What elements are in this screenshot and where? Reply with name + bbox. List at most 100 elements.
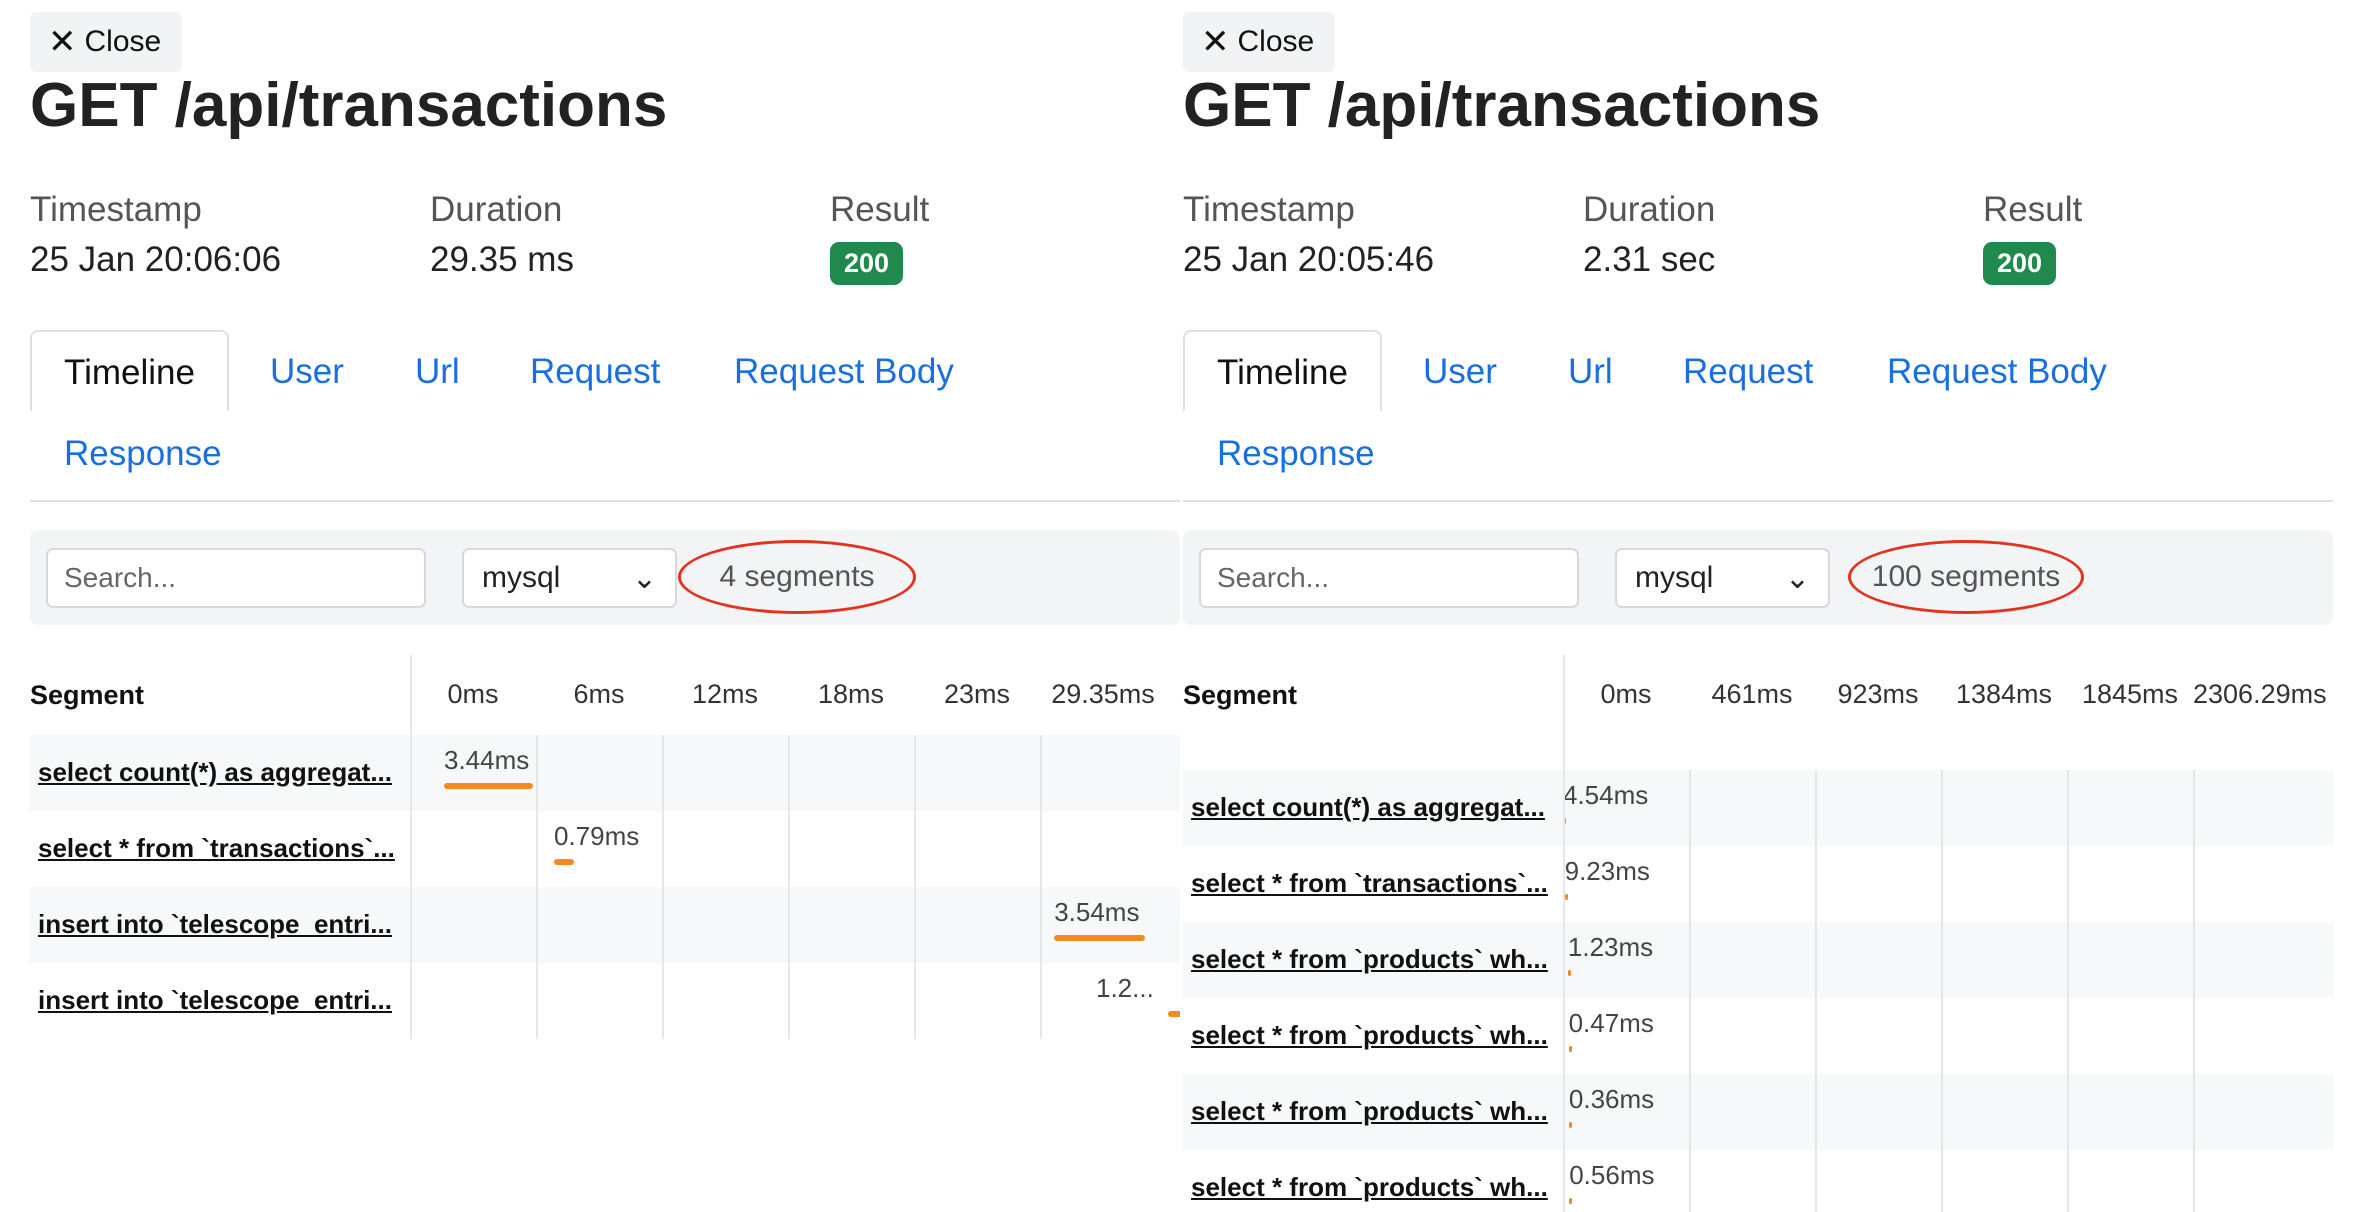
segment-duration-label: 1.23ms [1567, 932, 1654, 962]
segment-link[interactable]: select * from `products` wh... [1191, 1096, 1551, 1127]
tab-bar: Timeline User Url Request Request Body R… [1183, 330, 2333, 502]
timeline-gridline [2067, 770, 2069, 1212]
timeline-tick-label: 29.35ms [1051, 679, 1155, 709]
tab-timeline[interactable]: Timeline [30, 330, 229, 412]
timeline-tick-label: 461ms [1711, 679, 1793, 709]
segment-link[interactable]: insert into `telescope_entri... [38, 909, 398, 940]
request-detail-panel-left: ✕ Close GET /api/transactions Timestamp … [30, 0, 1180, 1212]
timeline-gridline [788, 735, 790, 1039]
result-label: Result [830, 190, 930, 229]
segment-column-header: Segment [30, 680, 145, 710]
timeline-table: Segment select count(*) as aggregat... 4.… [1183, 655, 2333, 1212]
segment-bar [1568, 1046, 1572, 1052]
close-button[interactable]: ✕ Close [30, 12, 182, 72]
timeline-gridline [1563, 655, 1565, 1212]
timestamp-label: Timestamp [1183, 190, 1355, 229]
segment-link[interactable]: insert into `telescope_entri... [38, 985, 398, 1016]
result-block: Result 200 [1983, 190, 2082, 285]
duration-value: 29.35 ms [430, 240, 574, 279]
timeline-tick-label: 923ms [1837, 679, 1919, 709]
close-button[interactable]: ✕ Close [1183, 12, 1335, 72]
segment-duration-label: 0.47ms [1568, 1008, 1654, 1038]
duration-block: Duration 29.35 ms [430, 190, 574, 280]
tab-timeline[interactable]: Timeline [1183, 330, 1382, 412]
tab-request-body[interactable]: Request Body [734, 352, 954, 392]
segment-bar [1054, 935, 1146, 941]
timeline-gridline [1689, 770, 1691, 1212]
segment-link[interactable]: select count(*) as aggregat... [38, 757, 398, 788]
tab-request-body[interactable]: Request Body [1887, 352, 2107, 392]
timeline-tick-label: 6ms [573, 679, 625, 709]
segment-duration-label: 0.36ms [1568, 1084, 1655, 1114]
timestamp-block: Timestamp 25 Jan 20:06:06 [30, 190, 281, 280]
filter-bar: mysql ⌄ 4 segments [30, 530, 1180, 625]
tab-user[interactable]: User [270, 352, 344, 392]
status-badge: 200 [1983, 242, 2057, 285]
timestamp-value: 25 Jan 20:06:06 [30, 240, 282, 279]
timeline-tick-label: 1384ms [1955, 679, 2053, 709]
segment-bar [444, 783, 533, 789]
segment-count-text: 100 segments [1871, 560, 2061, 593]
segment-duration-label: 9.23ms [1564, 856, 1650, 886]
segment-bar [1167, 1011, 1180, 1017]
type-select[interactable]: mysql ⌄ [462, 548, 677, 608]
segment-column-header: Segment [1183, 680, 1298, 710]
segment-duration-label: 3.44ms [444, 745, 530, 775]
segment-link[interactable]: select * from `products` wh... [1191, 1172, 1551, 1203]
segment-bar [1567, 970, 1571, 976]
timeline-gridline [662, 735, 664, 1039]
timeline-tick-label: 0ms [447, 679, 499, 709]
filter-bar: mysql ⌄ 100 segments [1183, 530, 2333, 625]
segment-link[interactable]: select * from `transactions`... [1191, 868, 1551, 899]
timeline-gridline [2193, 770, 2195, 1212]
result-block: Result 200 [830, 190, 929, 285]
page-title: GET /api/transactions [30, 71, 668, 140]
request-detail-panel-right: ✕ Close GET /api/transactions Timestamp … [1183, 0, 2333, 1212]
timeline-tick-label: 18ms [817, 679, 885, 709]
type-select-value: mysql [1635, 561, 1714, 594]
segment-duration-label: 1.2... [1096, 973, 1154, 1003]
timestamp-value: 25 Jan 20:05:46 [1183, 240, 1435, 279]
segment-link[interactable]: select * from `transactions`... [38, 833, 398, 864]
result-label: Result [1983, 190, 2083, 229]
segment-count: 4 segments [678, 540, 916, 614]
duration-label: Duration [430, 190, 563, 229]
timeline-gridline [1040, 735, 1042, 1039]
timeline-gridline [1815, 770, 1817, 1212]
duration-value: 2.31 sec [1583, 240, 1716, 279]
duration-block: Duration 2.31 sec [1583, 190, 1715, 280]
tab-request[interactable]: Request [1683, 352, 1813, 392]
segment-bar [553, 859, 575, 865]
tab-url[interactable]: Url [1568, 352, 1613, 392]
segment-count-text: 4 segments [719, 560, 875, 593]
type-select-value: mysql [482, 561, 561, 594]
status-badge: 200 [830, 242, 904, 285]
segment-duration-label: 4.54ms [1563, 780, 1649, 810]
tab-response[interactable]: Response [64, 434, 222, 474]
search-input[interactable] [1199, 548, 1579, 608]
tab-bar: Timeline User Url Request Request Body R… [30, 330, 1180, 502]
search-input[interactable] [46, 548, 426, 608]
timeline-gridline [1941, 770, 1943, 1212]
segment-bar [1569, 1198, 1573, 1204]
segment-link[interactable]: select count(*) as aggregat... [1191, 792, 1551, 823]
type-select[interactable]: mysql ⌄ [1615, 548, 1830, 608]
tab-request[interactable]: Request [530, 352, 660, 392]
tab-response[interactable]: Response [1217, 434, 1375, 474]
close-icon: ✕ [1201, 23, 1230, 61]
segment-duration-label: 0.56ms [1569, 1160, 1655, 1190]
segment-link[interactable]: select * from `products` wh... [1191, 1020, 1551, 1051]
close-icon: ✕ [48, 23, 77, 61]
timeline-gridline [914, 735, 916, 1039]
segment-bar [1564, 894, 1568, 900]
timestamp-block: Timestamp 25 Jan 20:05:46 [1183, 190, 1434, 280]
tab-user[interactable]: User [1423, 352, 1497, 392]
page-title: GET /api/transactions [1183, 71, 1821, 140]
timeline-table: Segment select count(*) as aggregat... 3.… [30, 655, 1180, 1212]
chevron-down-icon: ⌄ [631, 561, 657, 595]
timestamp-label: Timestamp [30, 190, 202, 229]
tab-url[interactable]: Url [415, 352, 460, 392]
timeline-gridline [536, 735, 538, 1039]
timeline-tick-label: 2306.29ms [2193, 679, 2327, 709]
segment-link[interactable]: select * from `products` wh... [1191, 944, 1551, 975]
